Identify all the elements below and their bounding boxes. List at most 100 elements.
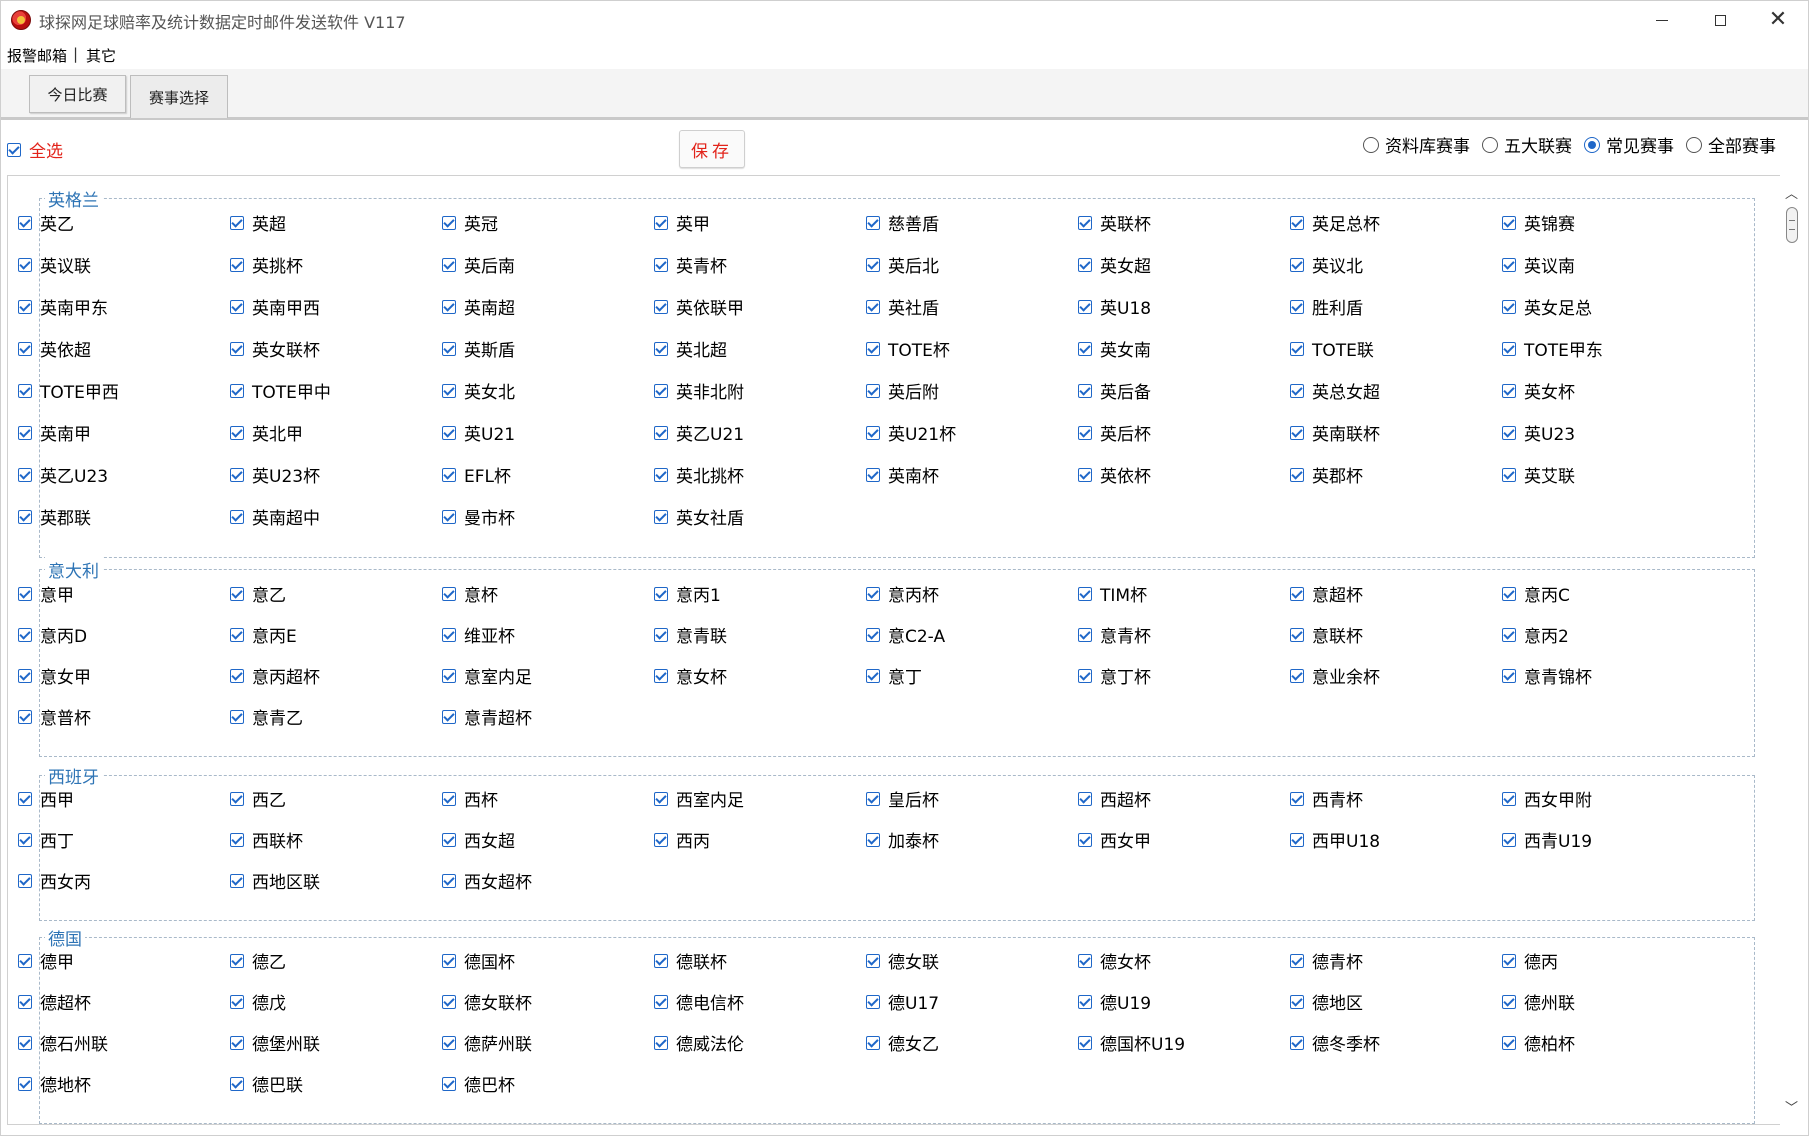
league-checkbox[interactable]: 英锦赛: [1502, 210, 1575, 235]
league-checkbox[interactable]: 西联杯: [230, 827, 303, 852]
league-checkbox[interactable]: 曼市杯: [442, 504, 515, 529]
league-checkbox[interactable]: 西女超: [442, 827, 515, 852]
league-checkbox[interactable]: 意普杯: [18, 704, 91, 729]
league-checkbox[interactable]: 西室内足: [654, 786, 744, 811]
league-checkbox[interactable]: 德州联: [1502, 989, 1575, 1014]
league-checkbox[interactable]: 意超杯: [1290, 581, 1363, 606]
menu-alarm-mailbox[interactable]: 报警邮箱: [7, 45, 67, 66]
league-checkbox[interactable]: 意丙D: [18, 622, 87, 647]
league-checkbox[interactable]: 德巴联: [230, 1071, 303, 1096]
league-checkbox[interactable]: 德女联杯: [442, 989, 532, 1014]
league-checkbox[interactable]: 德乙: [230, 948, 286, 973]
league-checkbox[interactable]: 英女杯: [1502, 378, 1575, 403]
league-checkbox[interactable]: 德U17: [866, 989, 939, 1014]
league-checkbox[interactable]: 德柏杯: [1502, 1030, 1575, 1055]
league-checkbox[interactable]: 维亚杯: [442, 622, 515, 647]
league-checkbox[interactable]: 西青杯: [1290, 786, 1363, 811]
league-checkbox[interactable]: TOTE甲西: [18, 378, 119, 403]
league-checkbox[interactable]: 德冬季杯: [1290, 1030, 1380, 1055]
league-checkbox[interactable]: 英南超: [442, 294, 515, 319]
league-checkbox[interactable]: 英南联杯: [1290, 420, 1380, 445]
league-checkbox[interactable]: 意青锦杯: [1502, 663, 1592, 688]
league-checkbox[interactable]: 德青杯: [1290, 948, 1363, 973]
league-checkbox[interactable]: 意C2-A: [866, 622, 945, 647]
league-checkbox[interactable]: 英挑杯: [230, 252, 303, 277]
league-checkbox[interactable]: 英U23: [1502, 420, 1575, 445]
league-checkbox[interactable]: 英女南: [1078, 336, 1151, 361]
league-checkbox[interactable]: 英U18: [1078, 294, 1151, 319]
league-checkbox[interactable]: 英青杯: [654, 252, 727, 277]
league-checkbox[interactable]: 英总女超: [1290, 378, 1380, 403]
league-checkbox[interactable]: 英艾联: [1502, 462, 1575, 487]
scroll-up-icon[interactable]: ︿: [1785, 183, 1798, 202]
league-checkbox[interactable]: 英超: [230, 210, 286, 235]
league-checkbox[interactable]: 英乙U21: [654, 420, 744, 445]
close-button[interactable]: ✕: [1749, 1, 1807, 39]
league-checkbox[interactable]: TIM杯: [1078, 581, 1147, 606]
league-checkbox[interactable]: 意丙超杯: [230, 663, 320, 688]
league-checkbox[interactable]: 西杯: [442, 786, 498, 811]
league-checkbox[interactable]: 英甲: [654, 210, 710, 235]
league-checkbox[interactable]: 英斯盾: [442, 336, 515, 361]
league-checkbox[interactable]: 德威法伦: [654, 1030, 744, 1055]
league-checkbox[interactable]: 意青联: [654, 622, 727, 647]
league-checkbox[interactable]: 英非北附: [654, 378, 744, 403]
filter-radio-2[interactable]: 常见赛事: [1584, 132, 1674, 157]
league-checkbox[interactable]: 英足总杯: [1290, 210, 1380, 235]
league-checkbox[interactable]: 英联杯: [1078, 210, 1151, 235]
league-checkbox[interactable]: 英依超: [18, 336, 91, 361]
league-checkbox[interactable]: 西甲: [18, 786, 74, 811]
league-checkbox[interactable]: 英议南: [1502, 252, 1575, 277]
league-checkbox[interactable]: 德女乙: [866, 1030, 939, 1055]
filter-radio-3[interactable]: 全部赛事: [1686, 132, 1776, 157]
league-checkbox[interactable]: 皇后杯: [866, 786, 939, 811]
league-checkbox[interactable]: 英女超: [1078, 252, 1151, 277]
league-checkbox[interactable]: 德女杯: [1078, 948, 1151, 973]
league-checkbox[interactable]: 意女杯: [654, 663, 727, 688]
league-checkbox[interactable]: EFL杯: [442, 462, 511, 487]
league-checkbox[interactable]: 意甲: [18, 581, 74, 606]
league-checkbox[interactable]: 意丙杯: [866, 581, 939, 606]
league-checkbox[interactable]: 西地区联: [230, 868, 320, 893]
league-checkbox[interactable]: 意丁杯: [1078, 663, 1151, 688]
filter-radio-1[interactable]: 五大联赛: [1482, 132, 1572, 157]
league-checkbox[interactable]: 英女社盾: [654, 504, 744, 529]
league-checkbox[interactable]: TOTE联: [1290, 336, 1374, 361]
scroll-thumb[interactable]: [1786, 207, 1798, 243]
league-checkbox[interactable]: 西超杯: [1078, 786, 1151, 811]
league-checkbox[interactable]: 意杯: [442, 581, 498, 606]
league-checkbox[interactable]: 德U19: [1078, 989, 1151, 1014]
league-checkbox[interactable]: 意丁: [866, 663, 922, 688]
league-checkbox[interactable]: 英郡联: [18, 504, 91, 529]
league-checkbox[interactable]: 德女联: [866, 948, 939, 973]
league-checkbox[interactable]: 德巴杯: [442, 1071, 515, 1096]
league-checkbox[interactable]: 意丙E: [230, 622, 297, 647]
filter-radio-0[interactable]: 资料库赛事: [1363, 132, 1470, 157]
league-checkbox[interactable]: 德国杯: [442, 948, 515, 973]
league-checkbox[interactable]: 英女北: [442, 378, 515, 403]
league-checkbox[interactable]: 英北超: [654, 336, 727, 361]
vertical-scrollbar[interactable]: ︿ ﹀: [1780, 175, 1804, 1125]
league-checkbox[interactable]: 英女联杯: [230, 336, 320, 361]
league-checkbox[interactable]: TOTE杯: [866, 336, 950, 361]
league-checkbox[interactable]: 英南甲西: [230, 294, 320, 319]
league-checkbox[interactable]: 英后南: [442, 252, 515, 277]
league-checkbox[interactable]: 英冠: [442, 210, 498, 235]
league-checkbox[interactable]: 加泰杯: [866, 827, 939, 852]
menu-other[interactable]: 其它: [86, 45, 116, 66]
league-checkbox[interactable]: 意女甲: [18, 663, 91, 688]
league-checkbox[interactable]: 英后备: [1078, 378, 1151, 403]
league-checkbox[interactable]: 英U23杯: [230, 462, 320, 487]
league-checkbox[interactable]: 英后附: [866, 378, 939, 403]
league-checkbox[interactable]: 意丙1: [654, 581, 721, 606]
league-checkbox[interactable]: 英郡杯: [1290, 462, 1363, 487]
league-checkbox[interactable]: 慈善盾: [866, 210, 939, 235]
league-checkbox[interactable]: TOTE甲东: [1502, 336, 1603, 361]
league-checkbox[interactable]: 英女足总: [1502, 294, 1592, 319]
league-checkbox[interactable]: 意丙2: [1502, 622, 1569, 647]
league-checkbox[interactable]: 西丙: [654, 827, 710, 852]
minimize-button[interactable]: [1633, 1, 1691, 39]
league-checkbox[interactable]: 英后北: [866, 252, 939, 277]
maximize-button[interactable]: [1691, 1, 1749, 39]
league-checkbox[interactable]: 意青乙: [230, 704, 303, 729]
